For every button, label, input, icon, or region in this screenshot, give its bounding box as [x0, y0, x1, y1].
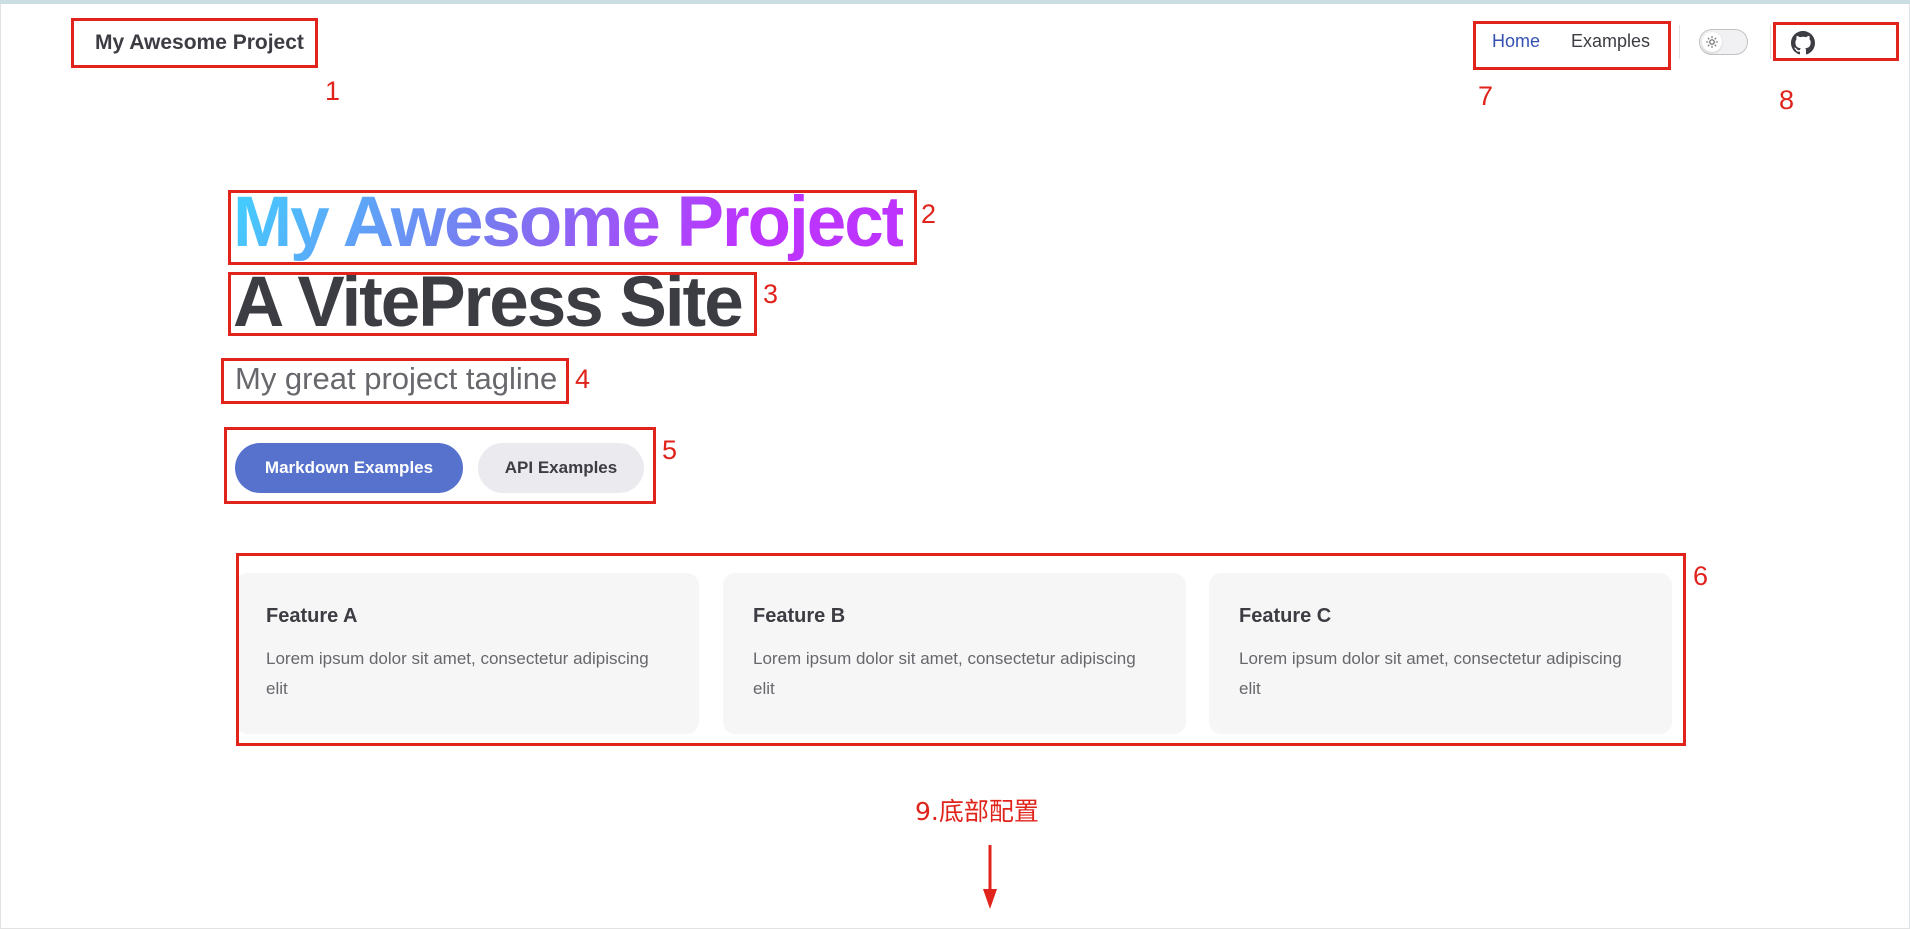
nav-divider — [1770, 25, 1771, 59]
annotation-label-4: 4 — [575, 364, 591, 394]
annotation-label-7: 7 — [1478, 81, 1494, 111]
annotation-box-3 — [228, 272, 757, 336]
appearance-toggle[interactable] — [1699, 29, 1748, 55]
annotation-label-6: 6 — [1693, 561, 1709, 591]
annotation-box-7 — [1473, 21, 1671, 70]
annotation-label-2: 2 — [921, 199, 937, 229]
nav-divider — [1679, 25, 1680, 59]
annotation-label-8: 8 — [1779, 85, 1795, 115]
toggle-knob — [1702, 32, 1722, 52]
annotation-box-1 — [71, 18, 318, 68]
annotation-box-2 — [228, 190, 917, 265]
annotation-label-3: 3 — [763, 279, 779, 309]
down-arrow-icon — [983, 845, 997, 909]
annotation-box-4 — [221, 358, 569, 404]
annotation-label-5: 5 — [662, 435, 678, 465]
annotation-label-1: 1 — [325, 76, 341, 106]
annotation-box-5 — [224, 427, 656, 504]
annotation-box-6 — [236, 553, 1686, 746]
sun-icon — [1706, 36, 1718, 48]
annotation-box-8 — [1773, 22, 1899, 61]
footer-annotation: 9.底部配置 — [915, 797, 1039, 826]
